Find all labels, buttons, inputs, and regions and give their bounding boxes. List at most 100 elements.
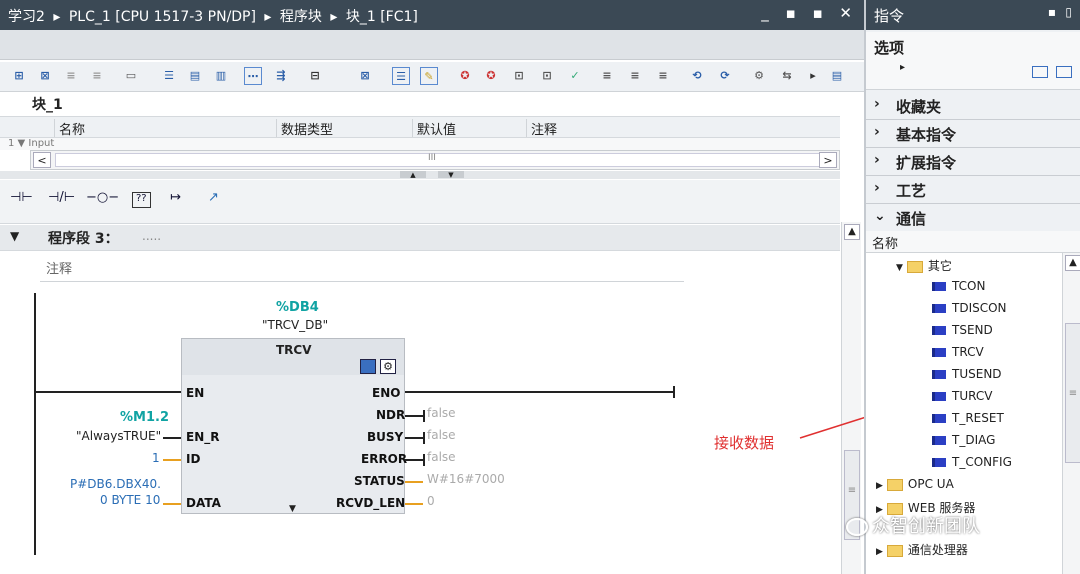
section-favorites[interactable]: › 收藏夹 — [866, 93, 1080, 120]
absolute-address-icon[interactable]: ⇶ — [272, 67, 290, 85]
options-expand-icon[interactable]: ▸ — [900, 62, 905, 73]
tree-item-t-diag[interactable]: T_DIAG — [932, 433, 995, 447]
tree-item-t-reset[interactable]: T_RESET — [932, 411, 1004, 425]
scroll-thumb[interactable]: III — [55, 153, 825, 167]
col-name[interactable]: 名称 — [54, 119, 276, 138]
prev-icon[interactable]: ≡ — [654, 67, 672, 85]
tree-folder-cp[interactable]: ▶ 通信处理器 — [876, 541, 968, 558]
crumb-program-blocks[interactable]: 程序块 — [280, 9, 322, 25]
open-branch-icon[interactable]: ↦ — [170, 190, 181, 212]
delete-network-icon[interactable]: ⊠ — [36, 67, 54, 85]
interface-row[interactable]: 1 ▼ Input — [0, 138, 840, 150]
wechat-icon — [846, 518, 868, 536]
collapse-network-icon[interactable]: ▼ — [10, 229, 19, 243]
monitor-off-icon[interactable]: ⟳ — [716, 67, 734, 85]
ladder-element-toolbar: ⊣⊢ ⊣/⊢ −○− ?? ↦ ↗ — [0, 180, 840, 224]
data-value-line1[interactable]: P#DB6.DBX40. — [70, 477, 161, 491]
pin-data: DATA — [186, 496, 221, 510]
network-title-input[interactable]: ..... — [142, 229, 161, 243]
empty-box-icon[interactable]: ?? — [132, 192, 151, 208]
crumb-plc[interactable]: PLC_1 [CPU 1517-3 PN/DP] — [69, 9, 256, 25]
insert-call-icon[interactable]: ≡ — [598, 67, 616, 85]
call-icon[interactable]: ⊡ — [510, 67, 528, 85]
scroll-left-button[interactable]: < — [33, 152, 51, 168]
insert-row-icon[interactable]: ≡ — [62, 67, 80, 85]
tree-scroll-thumb[interactable]: ≡ — [1065, 323, 1080, 463]
tree-item-tsend[interactable]: TSEND — [932, 323, 993, 337]
col-datatype[interactable]: 数据类型 — [276, 119, 412, 138]
crumb-block[interactable]: 块_1 [FC1] — [346, 9, 418, 25]
instance-db-name[interactable]: "TRCV_DB" — [262, 318, 328, 332]
monitor-on-icon[interactable]: ⟲ — [688, 67, 706, 85]
editor-header-strip — [0, 30, 864, 60]
goto-error-icon[interactable]: ✪ — [456, 67, 474, 85]
tree-item-trcv[interactable]: TRCV — [932, 345, 984, 359]
goto-next-icon[interactable]: ✪ — [482, 67, 500, 85]
config-icon[interactable] — [360, 359, 376, 374]
id-value[interactable]: 1 — [152, 451, 160, 465]
network-header[interactable]: ▼ 程序段 3： ..... — [0, 225, 840, 251]
section-extended[interactable]: › 扩展指令 — [866, 149, 1080, 176]
tree-scrollbar[interactable]: ▲ ≡ — [1062, 253, 1080, 574]
add-row-icon[interactable]: ≡ — [88, 67, 106, 85]
close-all-icon[interactable]: ▥ — [212, 67, 230, 85]
chevron-down-icon: ▼ — [896, 263, 903, 273]
view-icon[interactable] — [1032, 66, 1048, 78]
panel-dock-icon[interactable]: ▯ — [1065, 5, 1072, 19]
view-list-icon[interactable] — [1056, 66, 1072, 78]
horizontal-scrollbar[interactable]: < III > — [30, 150, 840, 170]
panel-float-icon[interactable]: ▪ — [1048, 5, 1056, 19]
insert-network-icon[interactable]: ⊞ — [10, 67, 28, 85]
tree-scroll-up[interactable]: ▲ — [1065, 255, 1080, 271]
test-icon[interactable]: ⇆ — [778, 67, 796, 85]
update-call-icon[interactable]: ⊡ — [538, 67, 556, 85]
chevron-right-icon: › — [874, 180, 880, 196]
coil-icon[interactable]: −○− — [86, 190, 119, 212]
diagnostic-icon[interactable]: ⚙ — [380, 359, 396, 374]
view-icon[interactable]: ☰ — [392, 67, 410, 85]
tree-name-column[interactable]: 名称 — [872, 233, 898, 252]
favorites-icon[interactable]: ✎ — [420, 67, 438, 85]
close-branch-icon[interactable]: ↗ — [208, 190, 219, 212]
section-technology[interactable]: › 工艺 — [866, 177, 1080, 204]
col-default[interactable]: 默认值 — [412, 119, 526, 138]
nc-contact-icon[interactable]: ⊣/⊢ — [48, 190, 75, 212]
item-label: T_CONFIG — [952, 455, 1012, 469]
compile-icon[interactable]: ✓ — [566, 67, 584, 85]
tree-item-t-config[interactable]: T_CONFIG — [932, 455, 1012, 469]
crumb-project[interactable]: 学习2 — [8, 9, 45, 25]
scroll-right-button[interactable]: > — [819, 152, 837, 168]
data-value-line2[interactable]: 0 BYTE 10 — [100, 493, 160, 507]
network-comment[interactable]: 注释 — [46, 258, 72, 277]
breakpoint-icon[interactable]: ⚙ — [750, 67, 768, 85]
col-comment[interactable]: 注释 — [526, 119, 840, 138]
splitter-down-icon[interactable]: ▼ — [438, 171, 464, 179]
splitter-up-icon[interactable]: ▲ — [400, 171, 426, 179]
pane-splitter[interactable]: ▲ ▼ — [0, 171, 840, 179]
tree-folder-other[interactable]: ▼ 其它 — [896, 257, 952, 274]
list-icon[interactable]: ☰ — [160, 67, 178, 85]
tree-item-tdiscon[interactable]: TDISCON — [932, 301, 1007, 315]
interface-row-input[interactable]: 1 ▼ Input — [8, 138, 54, 149]
open-all-icon[interactable]: ▤ — [186, 67, 204, 85]
monitor-icon[interactable]: ⊠ — [356, 67, 374, 85]
tree-item-tusend[interactable]: TUSEND — [932, 367, 1002, 381]
en-r-tag[interactable]: "AlwaysTRUE" — [76, 429, 161, 443]
tree-item-tcon[interactable]: TCON — [932, 279, 985, 293]
panel-toggle-icon[interactable]: ▤ — [828, 67, 846, 85]
window-buttons[interactable]: _ ▪ ▪ ✕ — [761, 4, 858, 22]
tag-info-icon[interactable]: ⊟ — [306, 67, 324, 85]
section-label: 收藏夹 — [896, 98, 942, 116]
more-arrow-icon[interactable]: ▸ — [804, 67, 822, 85]
tree-folder-opc-ua[interactable]: ▶ OPC UA — [876, 477, 954, 491]
chevron-right-icon: › — [874, 124, 880, 140]
section-communication[interactable]: ⌄ 通信 — [866, 205, 1080, 232]
tree-item-turcv[interactable]: TURCV — [932, 389, 992, 403]
section-basic[interactable]: › 基本指令 — [866, 121, 1080, 148]
expand-block-icon[interactable]: ▼ — [289, 504, 296, 514]
comment-icon[interactable]: ⋯ — [244, 67, 262, 85]
scroll-up-button[interactable]: ▲ — [844, 224, 860, 240]
toggle-icon[interactable]: ▭ — [122, 67, 140, 85]
next-icon[interactable]: ≡ — [626, 67, 644, 85]
no-contact-icon[interactable]: ⊣⊢ — [10, 190, 33, 212]
